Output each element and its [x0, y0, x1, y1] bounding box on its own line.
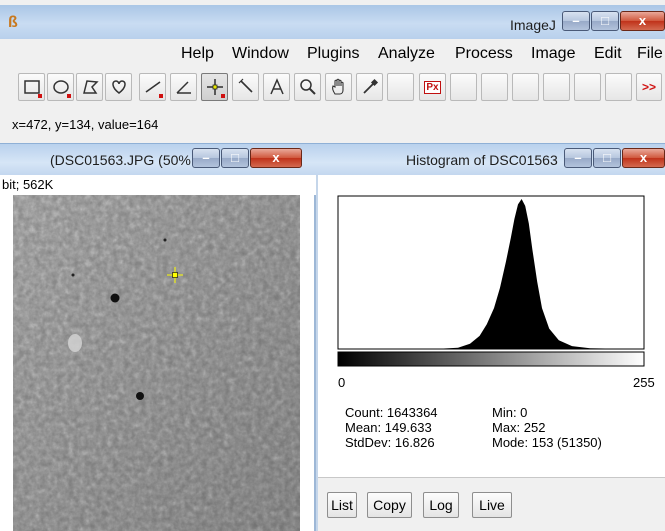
image-minimize-button[interactable]: – — [192, 148, 220, 168]
tool-options-marker — [38, 94, 42, 98]
imagej-app-icon: ß — [8, 14, 18, 31]
menu-window[interactable]: Window — [232, 45, 289, 63]
grayscale-photo — [13, 195, 300, 531]
histogram-close-button[interactable]: x — [622, 148, 665, 168]
menu-help[interactable]: Help — [181, 45, 214, 63]
tool-options-marker — [221, 94, 225, 98]
empty-tool-slot-1[interactable] — [387, 73, 414, 101]
angle-icon — [175, 81, 191, 94]
image-title-bar[interactable]: (DSC01563.JPG (50% – □ x — [0, 143, 316, 175]
rectangle-tool[interactable] — [18, 73, 45, 101]
list-button[interactable]: List — [327, 492, 357, 518]
close-button[interactable]: x — [620, 11, 665, 31]
image-info-text: bit; 562K — [2, 177, 54, 192]
polygon-icon — [82, 80, 99, 94]
imagej-main-window: ß ImageJ – □ x Help Window Plugins Analy… — [0, 0, 665, 145]
menu-image[interactable]: Image — [531, 45, 575, 63]
stat-count: Count: 1643364 — [345, 405, 438, 420]
wand-icon — [238, 78, 253, 93]
menu-process[interactable]: Process — [455, 45, 513, 63]
histogram-minimize-button[interactable]: – — [564, 148, 592, 168]
heart-freehand-icon — [111, 80, 126, 94]
image-canvas[interactable] — [13, 195, 300, 531]
histogram-chart — [337, 195, 645, 367]
stat-mode: Mode: 153 (51350) — [492, 435, 602, 450]
empty-tool-slot-3[interactable] — [481, 73, 508, 101]
stat-mean: Mean: 149.633 — [345, 420, 432, 435]
histogram-window: Histogram of DSC01563 – □ x 0 255 Count:… — [316, 143, 665, 531]
main-title-bar[interactable]: ß ImageJ – □ x — [0, 5, 665, 39]
empty-tool-slot-5[interactable] — [543, 73, 570, 101]
image-window: (DSC01563.JPG (50% – □ x bit; 562K — [0, 143, 316, 531]
minimize-button[interactable]: – — [562, 11, 590, 31]
axis-max-label: 255 — [633, 375, 655, 390]
stat-stddev: StdDev: 16.826 — [345, 435, 435, 450]
status-text: x=472, y=134, value=164 — [12, 117, 159, 132]
status-bar: x=472, y=134, value=164 — [0, 105, 665, 143]
menu-bar: Help Window Plugins Analyze Process Imag… — [0, 39, 665, 69]
tool-options-marker — [67, 94, 71, 98]
histogram-maximize-button[interactable]: □ — [593, 148, 621, 168]
image-maximize-button[interactable]: □ — [221, 148, 249, 168]
angle-tool[interactable] — [170, 73, 197, 101]
stat-max: Max: 252 — [492, 420, 546, 435]
tool-bar: Px >> — [0, 69, 665, 105]
point-tool[interactable] — [201, 73, 228, 101]
main-window-title: ImageJ — [510, 17, 556, 33]
empty-tool-slot-7[interactable] — [605, 73, 632, 101]
magnifier-icon — [299, 79, 316, 95]
polygon-tool[interactable] — [76, 73, 103, 101]
histogram-title-bar[interactable]: Histogram of DSC01563 – □ x — [316, 143, 665, 175]
hand-icon — [331, 78, 344, 95]
tool-options-marker — [159, 94, 163, 98]
color-picker-tool[interactable] — [356, 73, 383, 101]
text-tool[interactable] — [263, 73, 290, 101]
hand-tool[interactable] — [325, 73, 352, 101]
stat-min: Min: 0 — [492, 405, 528, 420]
eyedropper-icon — [362, 78, 378, 94]
straight-line-tool[interactable] — [139, 73, 166, 101]
px-label: Px — [424, 80, 441, 94]
magnifier-tool[interactable] — [294, 73, 321, 101]
wand-tool[interactable] — [232, 73, 259, 101]
freehand-tool[interactable] — [105, 73, 132, 101]
menu-file[interactable]: File — [637, 45, 663, 63]
pixel-inspector-tool[interactable]: Px — [419, 73, 446, 101]
live-button[interactable]: Live — [472, 492, 512, 518]
menu-edit[interactable]: Edit — [594, 45, 622, 63]
text-a-icon — [269, 78, 284, 95]
menu-plugins[interactable]: Plugins — [307, 45, 359, 63]
histogram-window-title: Histogram of DSC01563 — [406, 152, 558, 168]
menu-analyze[interactable]: Analyze — [378, 45, 435, 63]
image-close-button[interactable]: x — [250, 148, 302, 168]
more-tools-label: >> — [641, 80, 656, 94]
empty-tool-slot-4[interactable] — [512, 73, 539, 101]
histogram-panel: 0 255 Count: 1643364 Mean: 149.633 StdDe… — [316, 175, 665, 531]
axis-min-label: 0 — [338, 375, 346, 390]
more-tools-button[interactable]: >> — [636, 73, 662, 101]
lookup-table-bar — [337, 351, 645, 367]
copy-button[interactable]: Copy — [367, 492, 412, 518]
empty-tool-slot-2[interactable] — [450, 73, 477, 101]
image-info-line: bit; 562K — [0, 175, 316, 195]
oval-tool[interactable] — [47, 73, 74, 101]
image-window-title: (DSC01563.JPG (50% — [50, 152, 191, 168]
maximize-button[interactable]: □ — [591, 11, 619, 31]
empty-tool-slot-6[interactable] — [574, 73, 601, 101]
log-button[interactable]: Log — [423, 492, 459, 518]
